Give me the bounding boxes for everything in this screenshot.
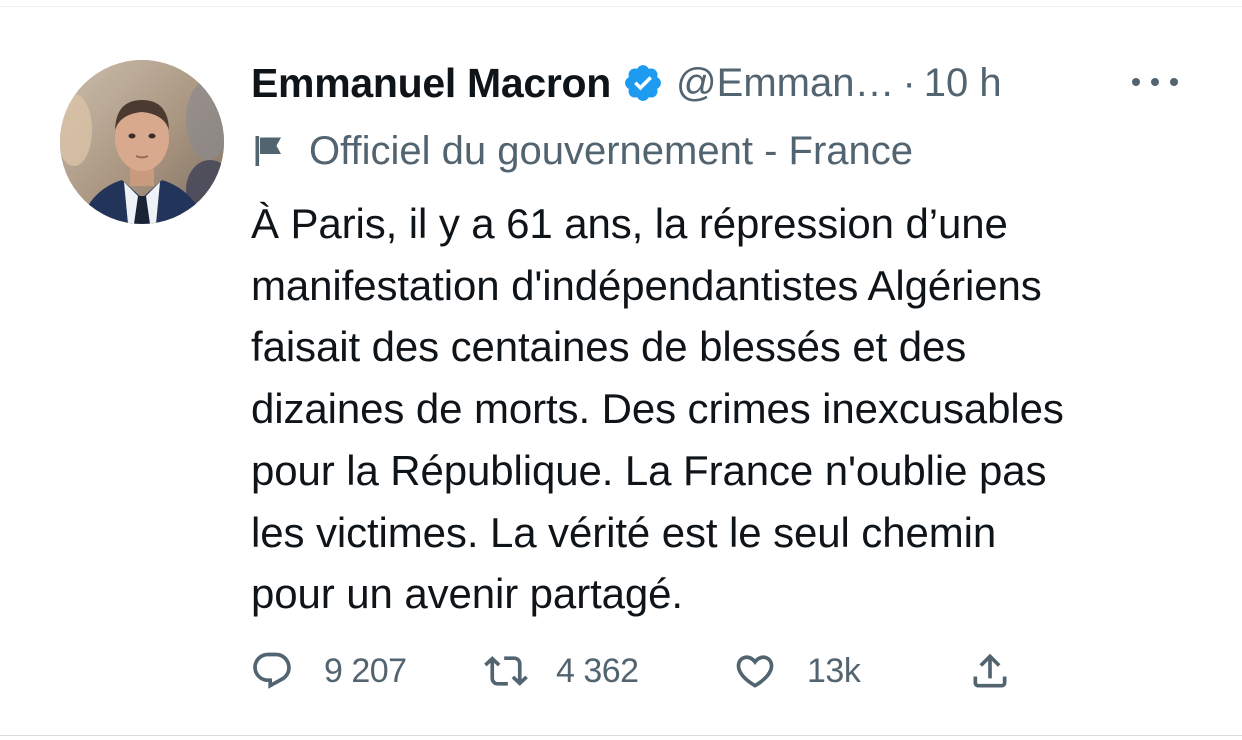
verified-badge-icon [622,62,664,104]
retweet-count: 4 362 [556,651,639,690]
reply-icon [250,649,294,693]
bottom-divider [0,735,1242,740]
more-dot [1151,78,1159,86]
separator-dot: · [902,60,916,105]
profile-photo [60,60,224,224]
user-handle[interactable]: @Emman… [676,61,894,106]
timestamp[interactable]: 10 h [924,61,1002,106]
heart-icon [733,649,777,693]
tweet-header: Emmanuel Macron @Emman… · 10 h [251,55,1191,111]
tweet-text: À Paris, il y a 61 ans, la répression d’… [251,200,1064,618]
more-dot [1132,78,1140,86]
like-count: 13k [807,651,861,690]
reply-count: 9 207 [324,651,407,690]
label-text: Officiel du gouvernement - France [309,128,914,173]
retweet-icon [484,649,528,693]
avatar[interactable] [60,60,224,224]
more-options-icon[interactable] [1132,70,1178,94]
government-label: Officiel du gouvernement - France [251,125,913,177]
more-dot [1170,78,1178,86]
retweet-button[interactable]: 4 362 [484,643,639,699]
display-name[interactable]: Emmanuel Macron [251,60,611,107]
like-button[interactable]: 13k [733,643,861,699]
reply-button[interactable]: 9 207 [250,643,407,699]
share-icon [968,649,1012,693]
flag-icon [251,133,287,169]
share-button[interactable] [968,643,1012,699]
tweet[interactable]: Emmanuel Macron @Emman… · 10 h Officiel … [0,0,1242,739]
action-bar: 9 207 4 362 13k [248,643,1048,699]
